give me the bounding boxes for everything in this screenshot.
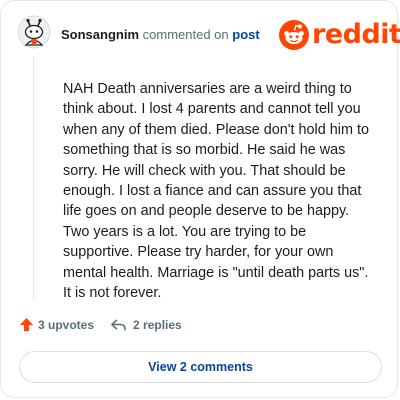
action-text: commented on [142,27,229,42]
reddit-logo[interactable]: reddit [279,19,400,50]
thread-line [33,57,34,301]
avatar[interactable] [17,15,51,49]
reply-button[interactable]: 2 replies [110,318,182,332]
reddit-wordmark: reddit [312,19,400,50]
username-link[interactable]: Sonsangnim [61,27,139,42]
upvote-arrow-icon [19,317,34,332]
reply-count: 2 replies [133,317,182,332]
upvote-button[interactable]: 3 upvotes [19,317,94,332]
comment-actions: 3 upvotes 2 replies [19,317,182,332]
reddit-snoo-icon [279,19,309,50]
comment-header: Sonsangnim commented on post [61,27,260,42]
post-link[interactable]: post [232,27,259,42]
view-comments-button[interactable]: View 2 comments [19,351,382,383]
reply-icon [111,319,126,330]
comment-card: Sonsangnim commented on post reddit NAH … [0,0,400,398]
comment-body: NAH Death anniversaries are a weird thin… [63,81,369,302]
upvote-count: 3 upvotes [38,317,95,332]
